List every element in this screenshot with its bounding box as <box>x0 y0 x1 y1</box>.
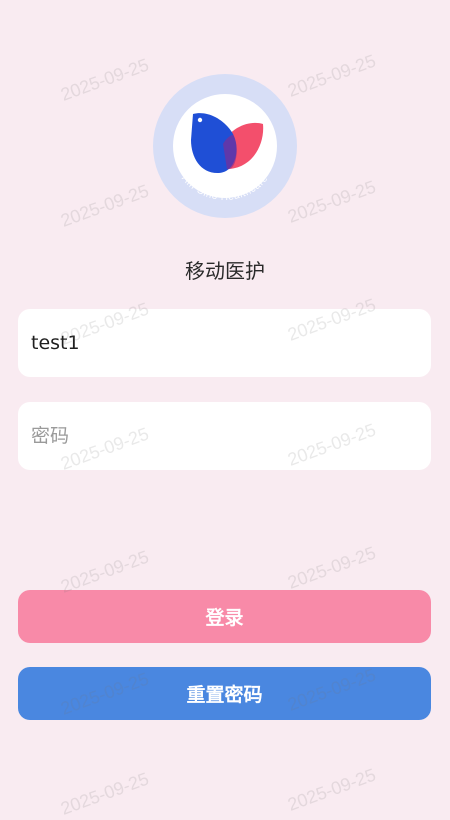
watermark: 2025-09-25 <box>285 176 379 227</box>
logo-dot <box>197 117 203 123</box>
watermark: 2025-09-25 <box>285 764 379 815</box>
logo-curved-text: Am-Sino Healthcare <box>179 173 270 203</box>
watermark: 2025-09-25 <box>58 54 152 105</box>
reset-password-button[interactable]: 重置密码 <box>18 667 431 720</box>
password-field[interactable] <box>18 402 431 470</box>
app-title: 移动医护 <box>185 259 265 283</box>
login-button[interactable]: 登录 <box>18 590 431 643</box>
watermark: 2025-09-25 <box>285 542 379 593</box>
watermark: 2025-09-25 <box>285 50 379 101</box>
watermark: 2025-09-25 <box>58 768 152 819</box>
app-logo: Am-Sino Healthcare <box>153 74 297 218</box>
username-field[interactable] <box>18 309 431 377</box>
watermark: 2025-09-25 <box>58 180 152 231</box>
logo-graphic: Am-Sino Healthcare <box>179 113 270 203</box>
